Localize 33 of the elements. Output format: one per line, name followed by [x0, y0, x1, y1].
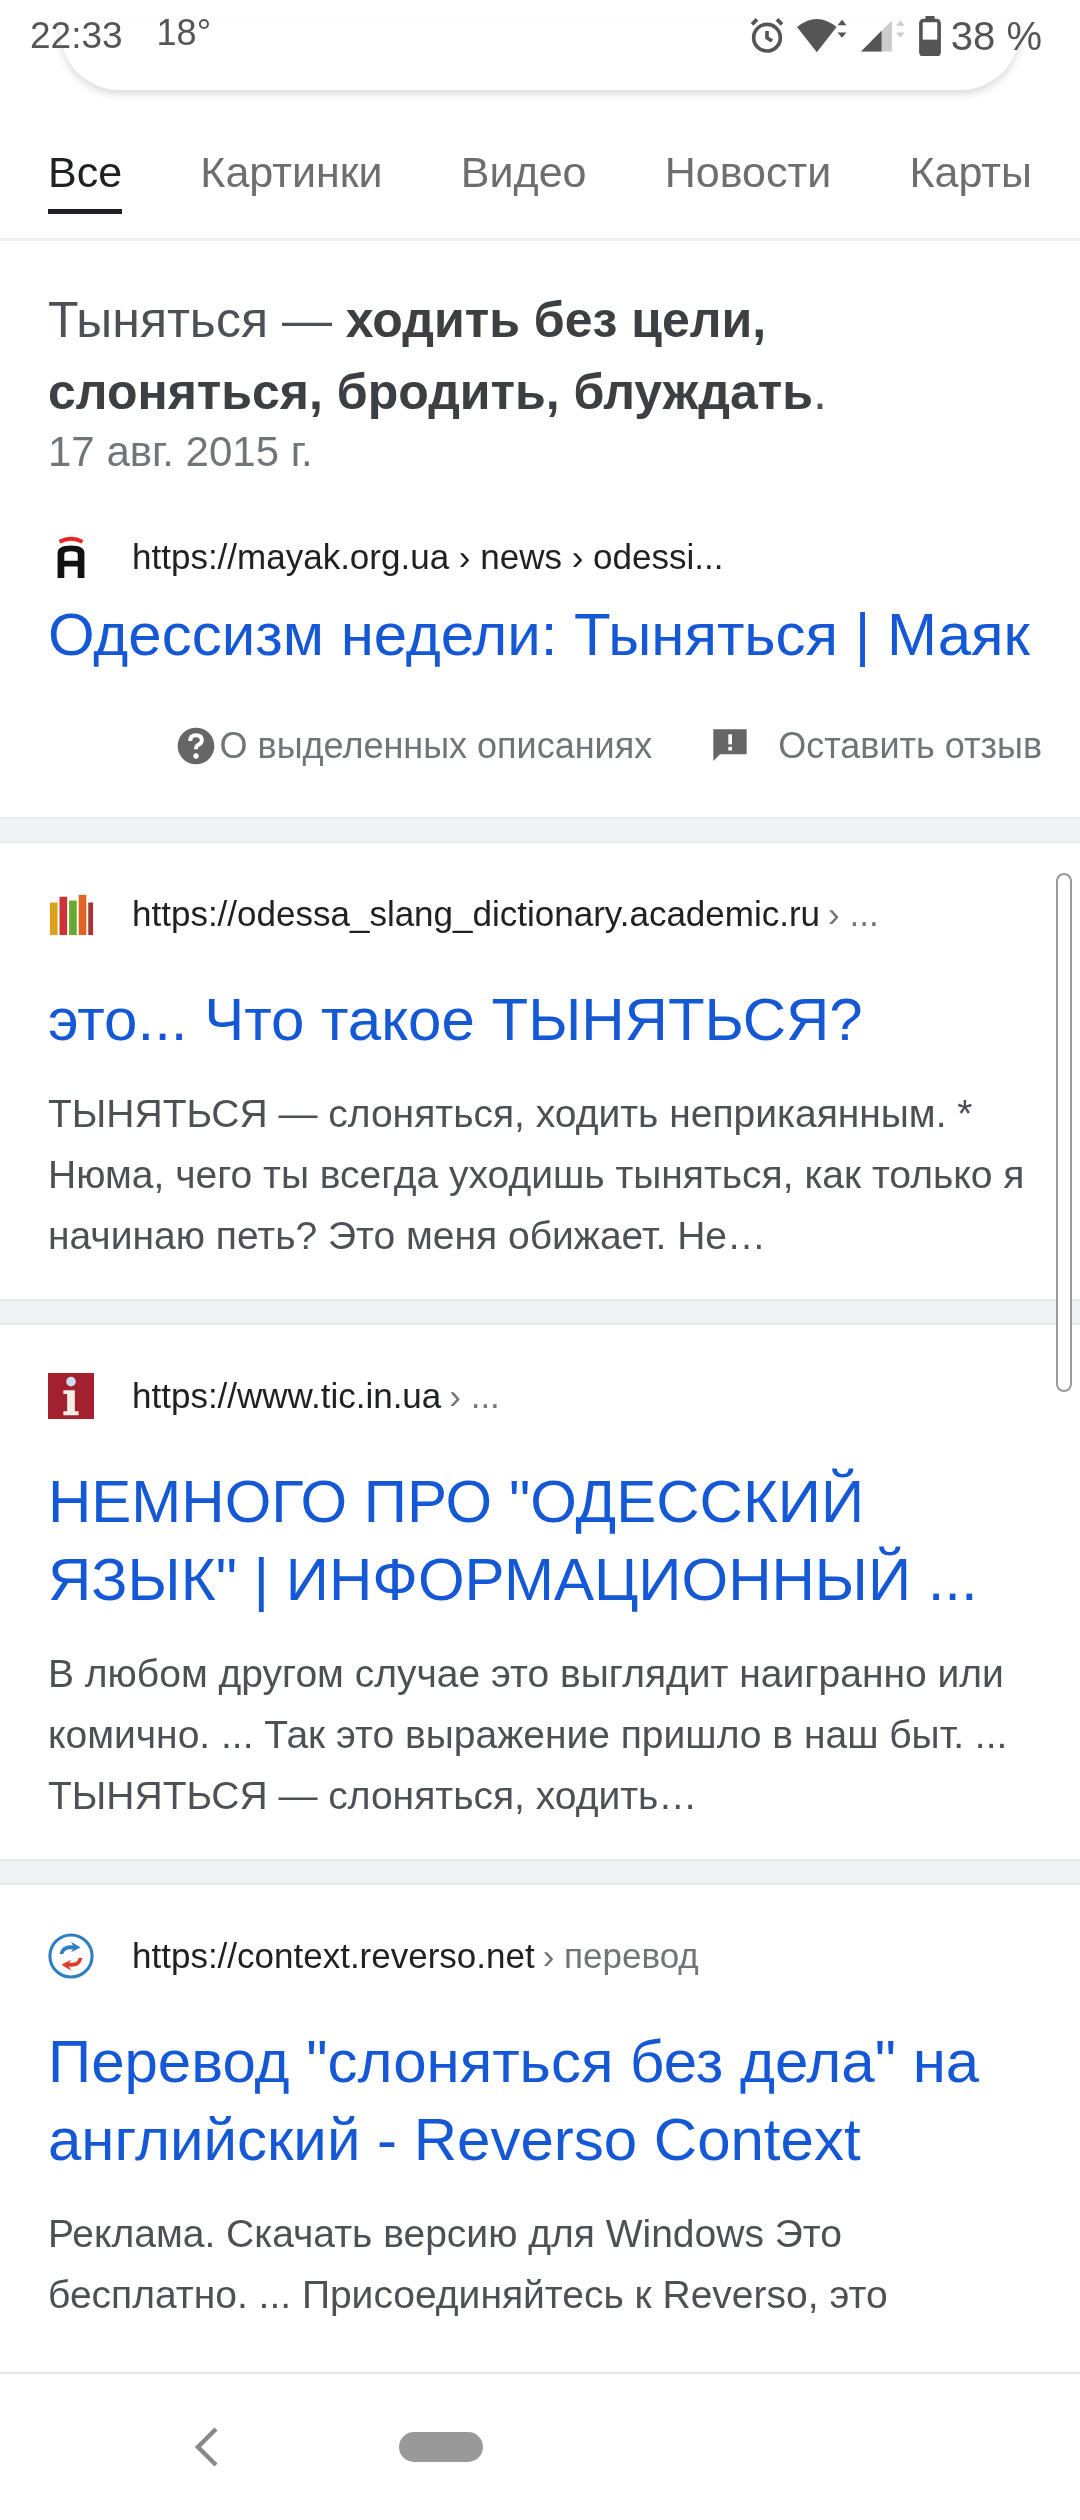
- tab[interactable]: Карты: [909, 148, 1032, 214]
- temperature: 18°: [156, 12, 212, 54]
- scrollbar[interactable]: [1056, 873, 1072, 1392]
- tab[interactable]: Видео: [460, 148, 587, 214]
- result-snippet: Реклама. Скачать версию для Windows Это бесплатно. ... Присоединяйтесь к Reverso, это: [48, 2211, 889, 2318]
- snippet-date: 17 авг. 2015 г.: [48, 428, 314, 476]
- tab[interactable]: Все: [48, 148, 123, 214]
- battery-level: 38 %: [950, 13, 1042, 59]
- back-icon[interactable]: [192, 2425, 220, 2469]
- result-url: https://odessa_slang_dictionary.academic.ru: [132, 894, 821, 934]
- breadcrumb: › ...: [828, 894, 879, 934]
- about-snippets-link[interactable]: О выделенных описаниях: [219, 725, 653, 767]
- tab[interactable]: Картинки: [200, 148, 383, 214]
- info-icon: [48, 1373, 94, 1419]
- tab[interactable]: Новости: [664, 148, 832, 214]
- swap-arrows-icon: [48, 1933, 94, 1979]
- result-title-link[interactable]: это... Что такое ТЫНЯТЬСЯ?: [48, 981, 1032, 1059]
- battery-icon: [918, 16, 941, 56]
- result-url: https://mayak.org.ua › news › odessi...: [132, 537, 724, 577]
- status-time: 22:33: [30, 15, 123, 57]
- result-title-link[interactable]: НЕМНОГО ПРО "ОДЕССКИЙ ЯЗЫК" | ИНФОРМАЦИОННЫЙ ...: [48, 1463, 1032, 1619]
- help-icon: [175, 726, 216, 766]
- result-title-link[interactable]: Одессизм недели: Тыняться | Маяк: [48, 596, 1032, 674]
- home-handle[interactable]: [399, 2432, 483, 2462]
- breadcrumb: › перевод: [542, 1936, 699, 1976]
- result-title-link[interactable]: Перевод "слоняться без дела" на английский - Reverso Context: [48, 2023, 1032, 2179]
- featured-snippet-text: Тыняться — ходить без цели, слоняться, бродить, блуждать.: [48, 291, 828, 422]
- breadcrumb: › ...: [449, 1376, 500, 1416]
- result-url: https://context.reverso.net: [132, 1936, 535, 1976]
- result-snippet: В любом другом случае это выглядит наигранно или комично. ... Так это выражение пришло в наш быт. ... ТЫНЯТЬСЯ — слоняться, ходить…: [48, 1651, 1009, 1819]
- feedback-link[interactable]: Оставить отзыв: [778, 725, 1042, 767]
- result-url: https://www.tic.in.ua: [132, 1376, 442, 1416]
- result-snippet: ТЫНЯТЬСЯ — слоняться, ходить неприкаянным. * Нюма, чего ты всегда уходишь тыняться, как только я начинаю петь? Это меня обижает. Не…: [48, 1091, 1026, 1259]
